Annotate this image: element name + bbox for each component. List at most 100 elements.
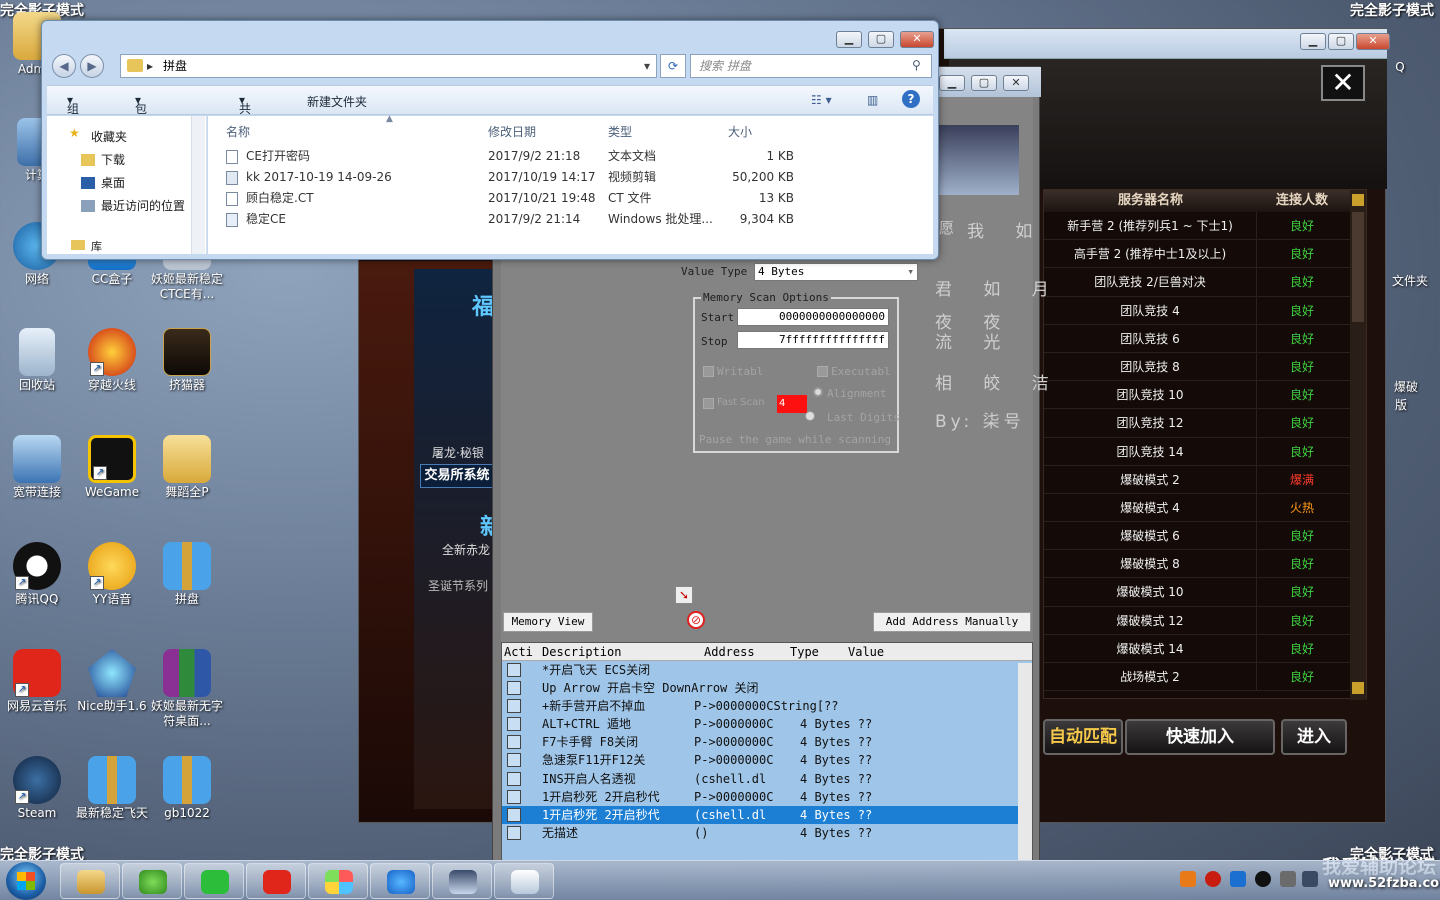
fast-scan-input[interactable]: 4 bbox=[777, 395, 807, 413]
view-options-icon[interactable]: ☷ ▾ bbox=[811, 93, 832, 107]
scroll-up-icon[interactable] bbox=[1352, 194, 1364, 206]
scroll-thumb[interactable] bbox=[1352, 212, 1364, 322]
active-checkbox[interactable] bbox=[507, 681, 521, 696]
server-row[interactable]: 爆破模式 10 良好 bbox=[1044, 578, 1366, 607]
close-button[interactable]: ✕ bbox=[900, 31, 934, 48]
value-type-select[interactable]: 4 Bytes ▾ bbox=[754, 263, 918, 281]
active-checkbox[interactable] bbox=[507, 771, 521, 786]
minimize-button[interactable]: ▁ bbox=[836, 31, 862, 48]
server-row[interactable]: 爆破模式 6 良好 bbox=[1044, 522, 1366, 551]
forward-button[interactable]: ▶ bbox=[80, 54, 104, 78]
server-list-scrollbar[interactable] bbox=[1350, 190, 1366, 700]
taskbar-app-button[interactable] bbox=[122, 863, 182, 899]
qq-tray-icon[interactable] bbox=[1255, 871, 1271, 887]
cheat-table-row[interactable]: *开启飞天 ECS关闭 bbox=[502, 661, 1032, 679]
desktop-icon-netease-music[interactable]: ↗ 网易云音乐 bbox=[0, 649, 74, 714]
col-value[interactable]: Value bbox=[848, 643, 884, 661]
search-input[interactable]: 搜索 拼盘 bbox=[690, 54, 932, 78]
file-row[interactable]: kk 2017-10-19 14-09-26 2017/10/19 14:17 视频… bbox=[208, 167, 933, 188]
desktop-icon-qq[interactable]: ↗ 腾讯QQ bbox=[0, 542, 74, 607]
help-icon[interactable]: ? bbox=[902, 90, 920, 108]
col-modified[interactable]: 修改日期 bbox=[488, 123, 536, 140]
server-row[interactable]: 爆破模式 4 火热 bbox=[1044, 493, 1366, 523]
taskbar-app-button[interactable] bbox=[494, 863, 554, 899]
server-row[interactable]: 高手营 2 (推荐中士1及以上) 良好 bbox=[1044, 240, 1366, 269]
stop-address-input[interactable]: 7fffffffffffffff bbox=[737, 331, 889, 349]
cheat-table-scrollbar[interactable] bbox=[1018, 663, 1032, 861]
col-address[interactable]: Address bbox=[704, 643, 755, 661]
taskbar-app-button[interactable] bbox=[432, 863, 492, 899]
last-digits-radio[interactable] bbox=[805, 411, 815, 421]
server-row[interactable]: 爆破模式 2 爆满 bbox=[1044, 465, 1366, 494]
back-button[interactable]: ◀ bbox=[52, 54, 76, 78]
nav-downloads[interactable]: 下载 bbox=[101, 151, 125, 168]
nav-desktop[interactable]: 桌面 bbox=[101, 174, 125, 191]
cheat-table-row[interactable]: F7卡手臂 F8关闭 P->0000000C 4 Bytes ?? bbox=[502, 733, 1032, 751]
nav-favorites[interactable]: 收藏夹 bbox=[91, 128, 127, 145]
close-button[interactable]: ✕ bbox=[1003, 75, 1029, 91]
active-checkbox[interactable] bbox=[507, 753, 521, 768]
active-checkbox[interactable] bbox=[507, 735, 521, 750]
desktop-icon-broadband[interactable]: 宽带连接 bbox=[0, 435, 74, 500]
cheat-table-row[interactable]: ALT+CTRL 遁地 P->0000000C 4 Bytes ?? bbox=[502, 715, 1032, 733]
nav-libraries[interactable]: 库 bbox=[91, 238, 102, 254]
enter-button[interactable]: 进入 bbox=[1281, 719, 1347, 755]
col-size[interactable]: 大小 bbox=[728, 123, 752, 140]
col-name[interactable]: 名称 bbox=[226, 123, 250, 140]
server-row[interactable]: 团队竞技 2/巨兽对决 良好 bbox=[1044, 268, 1366, 297]
col-description[interactable]: Description bbox=[542, 643, 621, 661]
tray-icon[interactable] bbox=[1280, 871, 1296, 887]
desktop-icon-dance-folder[interactable]: 舞蹈全P bbox=[150, 435, 224, 500]
desktop-icon-recycle-bin[interactable]: 回收站 bbox=[0, 328, 74, 393]
exchange-system-button[interactable]: 交易所系统 bbox=[420, 464, 494, 488]
cheat-table-row[interactable]: INS开启人名透视 (cshell.dl 4 Bytes ?? bbox=[502, 770, 1032, 788]
tp-tray-icon[interactable] bbox=[1230, 871, 1246, 887]
taskbar-app-button[interactable] bbox=[370, 863, 430, 899]
server-row[interactable]: 团队竞技 12 良好 bbox=[1044, 409, 1366, 438]
maximize-button[interactable]: ▢ bbox=[1328, 33, 1354, 50]
desktop-icon-nice-helper[interactable]: Nice助手1.6 bbox=[75, 649, 149, 714]
writable-checkbox[interactable] bbox=[703, 366, 714, 377]
desktop-icon-jimaoqi[interactable]: 挤猫器 bbox=[150, 328, 224, 393]
active-checkbox[interactable] bbox=[507, 825, 521, 840]
address-bar[interactable]: ▸ 拼盘 ▾ bbox=[120, 54, 657, 78]
col-type[interactable]: 类型 bbox=[608, 123, 632, 140]
desktop-icon-gb1022[interactable]: gb1022 bbox=[150, 756, 224, 821]
minimize-button[interactable]: ▁ bbox=[1300, 33, 1326, 50]
desktop-icon-wegame[interactable]: ↗ WeGame bbox=[75, 435, 149, 500]
taskbar-app-button[interactable] bbox=[184, 863, 244, 899]
share-menu[interactable]: 共享 ▾ bbox=[239, 93, 251, 133]
include-in-library-menu[interactable]: 包含到库中 ▾ bbox=[135, 93, 147, 184]
nav-recent-places[interactable]: 最近访问的位置 bbox=[101, 197, 185, 214]
memory-view-button[interactable]: Memory View bbox=[503, 612, 593, 632]
start-button[interactable] bbox=[6, 862, 46, 900]
server-row[interactable]: 团队竞技 8 良好 bbox=[1044, 352, 1366, 382]
active-checkbox[interactable] bbox=[507, 699, 521, 714]
cheat-table-row[interactable]: 1开启秒死 2开启秒代 P->0000000C 4 Bytes ?? bbox=[502, 788, 1032, 806]
server-row[interactable]: 爆破模式 12 良好 bbox=[1044, 606, 1366, 635]
stop-icon[interactable]: ⊘ bbox=[687, 611, 705, 629]
game-close-icon[interactable]: ✕ bbox=[1321, 65, 1365, 101]
taskbar-app-button[interactable] bbox=[246, 863, 306, 899]
cheat-table-row[interactable]: 1开启秒死 2开启秒代 (cshell.dl 4 Bytes ?? bbox=[502, 805, 1032, 824]
crossfire-tray-icon[interactable] bbox=[1205, 871, 1221, 887]
col-active[interactable]: Acti bbox=[504, 643, 533, 661]
file-row[interactable]: 稳定CE 2017/9/2 21:14 Windows 批处理... 9,304 KB bbox=[208, 209, 933, 230]
desktop-icon-feitian[interactable]: 最新稳定飞天 bbox=[75, 756, 149, 821]
server-row[interactable]: 战场模式 2 良好 bbox=[1044, 663, 1366, 692]
cheat-table-row[interactable]: 急速泵F11开F12关 P->0000000C 4 Bytes ?? bbox=[502, 751, 1032, 769]
refresh-icon[interactable]: ⟳ bbox=[660, 54, 686, 78]
desktop-icon-yy[interactable]: ↗ YY语音 bbox=[75, 542, 149, 607]
taskbar-app-button[interactable] bbox=[60, 863, 120, 899]
scroll-down-icon[interactable] bbox=[1352, 682, 1364, 694]
desktop-icon-pinpan[interactable]: 拼盘 bbox=[150, 542, 224, 607]
tray-icon[interactable] bbox=[1180, 871, 1196, 887]
cheat-table-row[interactable]: 无描述 () 4 Bytes ?? bbox=[502, 824, 1032, 842]
maximize-button[interactable]: ▢ bbox=[971, 75, 997, 91]
server-row[interactable]: 团队竞技 10 良好 bbox=[1044, 381, 1366, 410]
executable-checkbox[interactable] bbox=[817, 366, 828, 377]
minimize-button[interactable]: ▁ bbox=[939, 75, 965, 91]
search-icon[interactable]: ⚲ bbox=[912, 58, 921, 72]
organize-menu[interactable]: 组织 ▾ bbox=[67, 93, 79, 133]
chevron-down-icon[interactable]: ▾ bbox=[644, 55, 650, 77]
